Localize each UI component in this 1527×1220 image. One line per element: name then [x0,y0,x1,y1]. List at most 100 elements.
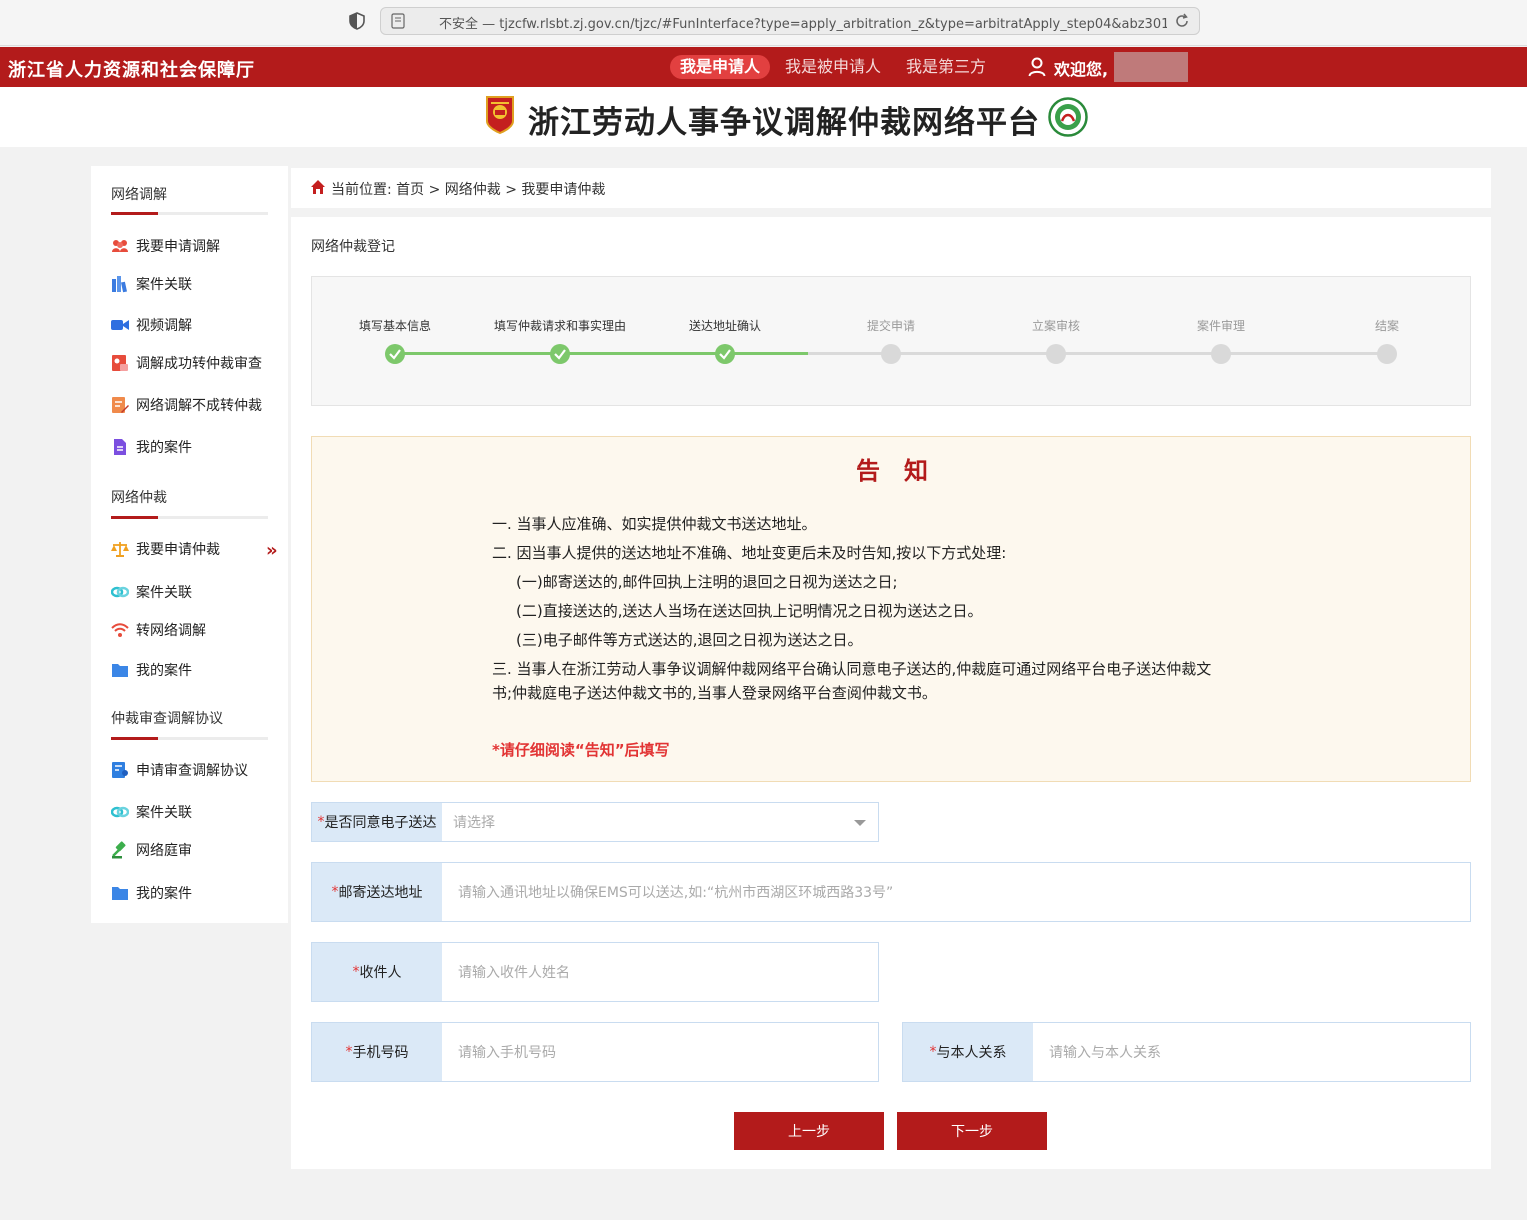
document-person-icon [112,355,128,371]
address-input[interactable]: 请输入通讯地址以确保EMS可以送达,如:“杭州市西湖区环城西路33号” [458,863,893,921]
section-divider [111,737,268,740]
notice-line: (二)直接送达的,送达人当场在送达回执上记明情况之日视为送达之日。 [516,602,983,620]
sidebar-item-transfer-mediation[interactable]: 转网络调解 [111,618,281,642]
welcome-text: 欢迎您, [1054,60,1109,79]
video-camera-icon [111,320,129,330]
prev-step-button[interactable]: 上一步 [734,1112,884,1150]
e-delivery-select[interactable]: * 是否同意电子送达 请选择 [311,802,879,842]
main-panel: 网络仲裁登记 填写基本信息 填写仲裁请求和事实理由 送达地址确认 提交申请 立案… [291,217,1491,1169]
breadcrumb-label: 当前位置: [331,182,392,198]
recipient-input[interactable]: 请输入收件人姓名 [458,943,570,1001]
books-icon [112,276,127,293]
step-progress-done [395,352,808,355]
step-dot [1046,344,1066,364]
notice-line: (一)邮寄送达的,邮件回执上注明的退回之日视为送达之日; [516,573,898,591]
section-divider [111,516,268,519]
sidebar-item-label: 我要申请仲裁 [136,542,220,558]
sidebar-item-my-cases-mediation[interactable]: 我的案件 [111,435,281,459]
sidebar-item-label: 我的案件 [136,663,192,679]
redacted-username[interactable] [1114,52,1188,82]
sidebar-item-case-link[interactable]: 案件关联 [111,272,281,296]
section-divider [111,212,268,215]
form-person-icon [112,762,128,778]
breadcrumb-text: 当前位置: 首页 > 网络仲裁 > 我要申请仲裁 [331,179,605,199]
step-label: 送达地址确认 [688,319,762,333]
folder-icon [112,664,128,677]
sidebar-item-label: 案件关联 [136,585,192,601]
step-dot [881,344,901,364]
sidebar-item-my-cases-arbitration[interactable]: 我的案件 [111,658,281,682]
platform-logo-icon [1048,97,1088,137]
sidebar-item-mediation-fail-transfer[interactable]: 网络调解不成转仲裁 [111,393,281,417]
step-label: 填写基本信息 [358,319,432,333]
e-delivery-value[interactable]: 请选择 [453,803,495,841]
step-label: 提交申请 [866,319,916,333]
check-icon [550,344,570,364]
sidebar-item-label: 网络庭审 [136,843,192,859]
relation-label: * 与本人关系 [903,1023,1033,1081]
notice-title: 告知 [856,456,952,485]
address-label: * 邮寄送达地址 [312,863,442,921]
notice-line: (三)电子邮件等方式送达的,退回之日视为送达之日。 [516,631,863,649]
step-label: 结案 [1374,319,1400,333]
address-field[interactable]: * 邮寄送达地址 请输入通讯地址以确保EMS可以送达,如:“杭州市西湖区环城西路3… [311,862,1471,922]
sidebar-item-video-mediation[interactable]: 视频调解 [111,313,281,337]
court-emblem-icon [486,96,514,135]
sidebar-item-case-link-review[interactable]: 案件关联 [111,800,281,824]
sidebar-item-apply-arbitration[interactable]: 我要申请仲裁 [111,537,281,561]
relation-input[interactable]: 请输入与本人关系 [1049,1023,1161,1081]
org-name: 浙江省人力资源和社会保障厅 [8,60,255,81]
phone-field[interactable]: * 手机号码 请输入手机号码 [311,1022,879,1082]
top-nav-bar: 浙江省人力资源和社会保障厅 我是申请人 我是被申请人 我是第三方 欢迎您, [0,47,1527,87]
notice-box: 告知 一. 当事人应准确、如实提供仲裁文书送达地址。 二. 因当事人提供的送达地… [311,436,1471,782]
step-label: 填写仲裁请求和事实理由 [493,319,627,333]
sidebar-item-case-link-arbitration[interactable]: 案件关联 [111,580,281,604]
sidebar-item-label: 案件关联 [136,277,192,293]
people-icon [112,240,128,252]
user-icon[interactable] [1028,57,1046,77]
step-label: 案件审理 [1196,319,1246,333]
link-icon [111,586,129,598]
url-text: 不安全 — tjzcfw.rlsbt.zj.gov.cn/tjzc/#FunIn… [439,17,1167,32]
sidebar-item-label: 转网络调解 [136,623,206,639]
e-delivery-label: * 是否同意电子送达 [312,803,442,841]
sidebar-item-label: 网络调解不成转仲裁 [136,398,262,414]
shield-icon[interactable] [348,12,366,30]
role-tab-third-party[interactable]: 我是第三方 [896,55,996,79]
sidebar-item-label: 申请审查调解协议 [136,763,248,779]
file-icon [114,439,126,455]
reload-icon[interactable] [1173,12,1191,30]
sidebar-section-title-mediation: 网络调解 [111,187,167,203]
document-edit-icon [112,397,129,413]
chevron-down-icon[interactable] [854,820,866,826]
step-dot [1211,344,1231,364]
sidebar-item-my-cases-review[interactable]: 我的案件 [111,881,281,905]
role-tab-respondent[interactable]: 我是被申请人 [775,55,891,79]
relation-field[interactable]: * 与本人关系 请输入与本人关系 [902,1022,1471,1082]
notice-line: 一. 当事人应准确、如实提供仲裁文书送达地址。 [492,515,817,533]
next-step-button[interactable]: 下一步 [897,1112,1047,1150]
site-header: 浙江劳动人事争议调解仲裁网络平台 [0,87,1527,147]
sidebar-item-online-hearing[interactable]: 网络庭审 [111,838,281,862]
sidebar-item-apply-agreement-review[interactable]: 申请审查调解协议 [111,758,281,782]
phone-input[interactable]: 请输入手机号码 [458,1023,556,1081]
role-tab-applicant[interactable]: 我是申请人 [670,55,771,79]
wifi-icon [111,623,129,637]
page-info-icon[interactable] [391,13,405,29]
sidebar-item-apply-mediation[interactable]: 我要申请调解 [111,234,281,258]
home-icon [311,180,325,194]
address-bar[interactable]: 不安全 — tjzcfw.rlsbt.zj.gov.cn/tjzc/#FunIn… [380,7,1200,35]
notice-line: 二. 因当事人提供的送达地址不准确、地址变更后未及时告知,按以下方式处理: [492,544,1007,562]
sidebar-item-label: 案件关联 [136,805,192,821]
recipient-label: * 收件人 [312,943,442,1001]
sidebar-item-mediation-success-review[interactable]: 调解成功转仲裁审查 [111,351,281,375]
step-dot [1377,344,1397,364]
sidebar-item-label: 我的案件 [136,886,192,902]
recipient-field[interactable]: * 收件人 请输入收件人姓名 [311,942,879,1002]
sidebar: 网络调解 我要申请调解 案件关联 视频调解 调解成功转仲裁审查 网络调解不成转仲… [91,166,288,923]
phone-label: * 手机号码 [312,1023,442,1081]
site-title: 浙江劳动人事争议调解仲裁网络平台 [528,105,1040,141]
active-chevron-icon: » [266,540,278,561]
breadcrumb-path[interactable]: 首页 > 网络仲裁 > 我要申请仲裁 [396,182,605,198]
check-icon [715,344,735,364]
